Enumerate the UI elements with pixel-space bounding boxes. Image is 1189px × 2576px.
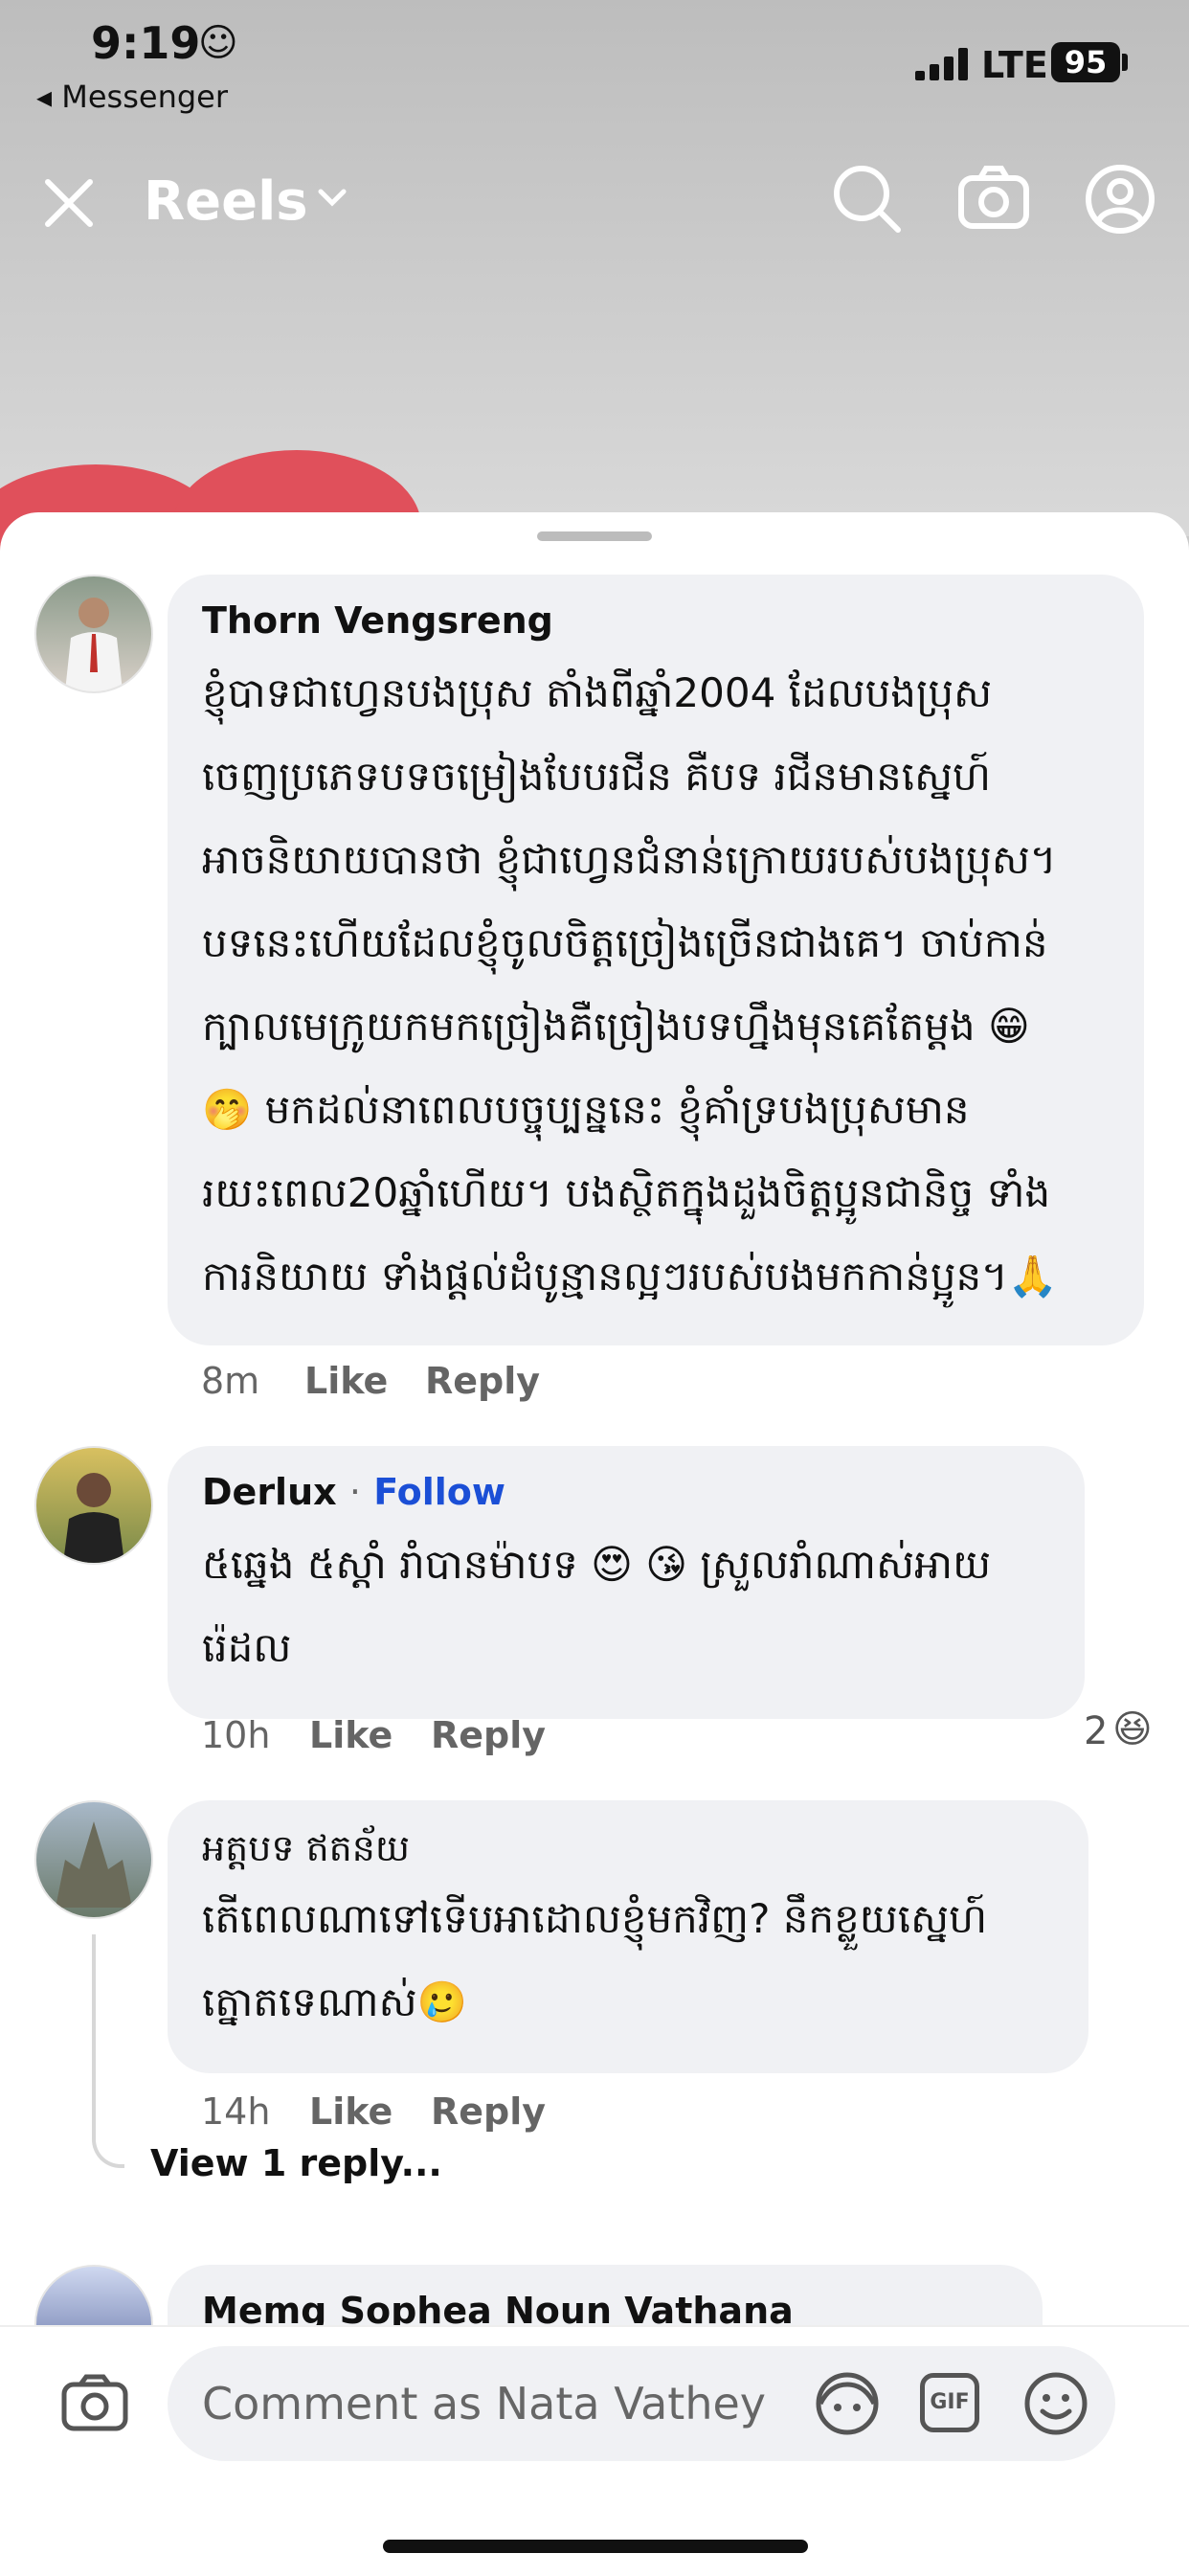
comment-author[interactable]: អត្តបទ ឥតន័យ xyxy=(202,1825,410,1879)
sheet-drag-handle[interactable] xyxy=(537,531,652,541)
comment-line: ក្បាលមេក្រូយកមកច្រៀងគឺច្រៀងបទហ្នឹងមុនគេត… xyxy=(202,1003,1030,1050)
chevron-down-icon[interactable] xyxy=(316,186,348,209)
comments-sheet: Thorn Vengsreng ខ្ញុំបាទជាហ្វេនបងប្រុស ត… xyxy=(0,512,1189,2574)
separator-dot: · xyxy=(348,1471,361,1513)
like-button[interactable]: Like xyxy=(309,2090,393,2133)
comment-line: ចេញប្រភេទបទចម្រៀងបែបរជីន គឺបទ រជីនមានស្ន… xyxy=(202,753,992,800)
reply-button[interactable]: Reply xyxy=(431,1714,546,1756)
avatar-person-icon xyxy=(65,598,123,691)
status-time: 9:19 xyxy=(91,17,201,69)
reply-button[interactable]: Reply xyxy=(425,1360,540,1402)
search-icon[interactable] xyxy=(831,163,904,236)
comment-line: ការនិយាយ ទាំងផ្តល់ដំបូន្មានល្អៗរបស់បងមកក… xyxy=(202,1253,1059,1299)
emoji-icon[interactable] xyxy=(1020,2367,1092,2440)
comment-line: ត្នោតទេណាស់🥲 xyxy=(202,1978,467,2025)
follow-button[interactable]: Follow xyxy=(373,1471,505,1513)
comment-author-line: Derlux · Follow xyxy=(202,1471,505,1513)
comment-composer: Comment as Nata Vathey GIF xyxy=(0,2325,1189,2576)
reels-top-bar: Reels xyxy=(0,163,1189,249)
comment-line: ខ្ញុំបាទជាហ្វេនបងប្រុស តាំងពីឆ្នាំ2004 ដ… xyxy=(202,669,993,716)
comment-author[interactable]: Thorn Vengsreng xyxy=(202,599,553,642)
status-bar: 9:19 ☺ ◂ Messenger LTE 95 xyxy=(0,0,1189,124)
comment-line: ៥ឆ្នេង ៥ស្តាំ រាំបានម៉ាបទ 😍 😘 ស្រួលរាំណា… xyxy=(202,1541,992,1588)
battery-tip xyxy=(1122,54,1128,71)
avatar-sticker-icon[interactable] xyxy=(811,2367,884,2440)
network-type: LTE xyxy=(981,44,1048,86)
view-replies-link[interactable]: View 1 reply... xyxy=(150,2142,442,2184)
reels-title[interactable]: Reels xyxy=(144,170,308,233)
comment-line: 🤭 មកដល់នាពេលបច្ចុប្បន្ននេះ ខ្ញុំគាំទ្របង… xyxy=(202,1086,970,1133)
comment-line: រយះពេល20ឆ្នាំហើយ។ បងស្ថិតក្នុងដួងចិត្តប្… xyxy=(202,1169,1051,1216)
comment-line: រ៉េដល xyxy=(202,1624,292,1671)
reply-button[interactable]: Reply xyxy=(431,2090,546,2133)
comment-bubble[interactable]: អត្តបទ ឥតន័យ តើពេលណាទៅទើបអាដោលខ្ញុំមកវិញ… xyxy=(168,1800,1088,2073)
thread-connector xyxy=(92,1934,124,2168)
laugh-reaction-icon[interactable]: 😆 xyxy=(1112,1707,1153,1751)
avatar[interactable] xyxy=(34,575,153,693)
comment-input[interactable]: Comment as Nata Vathey GIF xyxy=(168,2346,1115,2461)
comment-placeholder: Comment as Nata Vathey xyxy=(202,2378,767,2429)
comment-line: បទនេះហើយដែលខ្ញុំចូលចិត្តច្រៀងច្រើនជាងគេ។… xyxy=(202,919,1048,966)
back-to-messenger[interactable]: ◂ Messenger xyxy=(36,79,228,115)
battery-icon: 95 xyxy=(1051,42,1120,82)
comment-text: ៥ឆ្នេង ៥ស្តាំ រាំបានម៉ាបទ 😍 😘 ស្រួលរាំណា… xyxy=(202,1523,991,1689)
focus-icon: ☺ xyxy=(198,21,238,65)
avatar[interactable] xyxy=(34,1446,153,1565)
comment-time: 8m xyxy=(201,1360,260,1402)
like-button[interactable]: Like xyxy=(309,1714,393,1756)
camera-icon[interactable] xyxy=(957,163,1030,236)
temple-icon xyxy=(56,1821,132,1908)
reaction-count[interactable]: 2 xyxy=(1084,1709,1108,1753)
comment-time: 10h xyxy=(201,1714,271,1756)
comment-time: 14h xyxy=(201,2090,271,2133)
comment-line: អាចនិយាយបានថា ខ្ញុំជាហ្វេនជំនាន់ក្រោយរបស… xyxy=(202,836,1057,883)
gif-button[interactable]: GIF xyxy=(920,2373,979,2432)
comment-author[interactable]: Derlux xyxy=(202,1471,337,1513)
comment-line: តើពេលណាទៅទើបអាដោលខ្ញុំមកវិញ? នឹកខ្លួយស្ន… xyxy=(202,1895,988,1942)
comment-text: តើពេលណាទៅទើបអាដោលខ្ញុំមកវិញ? នឹកខ្លួយស្ន… xyxy=(202,1877,987,2044)
profile-icon[interactable] xyxy=(1084,163,1156,236)
camera-icon[interactable] xyxy=(61,2373,128,2432)
avatar[interactable] xyxy=(34,1800,153,1919)
like-button[interactable]: Like xyxy=(304,1360,388,1402)
comment-text: ខ្ញុំបាទជាហ្វេនបងប្រុស តាំងពីឆ្នាំ2004 ដ… xyxy=(202,651,1058,1318)
close-icon[interactable] xyxy=(38,172,100,234)
signal-icon xyxy=(915,48,968,80)
home-indicator xyxy=(383,2540,808,2553)
comment-bubble[interactable]: Thorn Vengsreng ខ្ញុំបាទជាហ្វេនបងប្រុស ត… xyxy=(168,575,1144,1345)
avatar-person-icon xyxy=(63,1473,124,1563)
comment-bubble[interactable]: Derlux · Follow ៥ឆ្នេង ៥ស្តាំ រាំបានម៉ាប… xyxy=(168,1446,1085,1719)
